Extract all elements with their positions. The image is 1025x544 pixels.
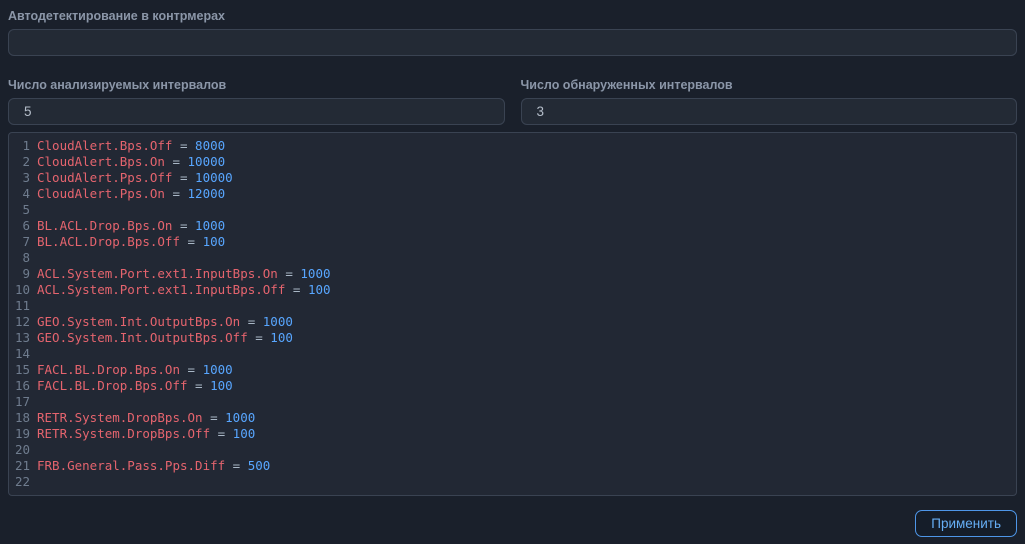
autodetect-label: Автодетектирование в контрмерах (8, 9, 1017, 23)
editor-line: 14 (9, 346, 1016, 362)
countermeasure-settings-panel: Автодетектирование в контрмерах Число ан… (0, 0, 1025, 544)
code-text: FACL.BL.Drop.Bps.On = 1000 (37, 362, 233, 378)
editor-line: 1CloudAlert.Bps.Off = 8000 (9, 138, 1016, 154)
line-number: 2 (9, 154, 37, 170)
line-number: 6 (9, 218, 37, 234)
detected-intervals-input[interactable] (521, 98, 1018, 125)
line-number: 21 (9, 458, 37, 474)
code-text: RETR.System.DropBps.Off = 100 (37, 426, 255, 442)
editor-line: 21FRB.General.Pass.Pps.Diff = 500 (9, 458, 1016, 474)
editor-line: 18RETR.System.DropBps.On = 1000 (9, 410, 1016, 426)
line-number: 14 (9, 346, 37, 362)
editor-line: 13GEO.System.Int.OutputBps.Off = 100 (9, 330, 1016, 346)
editor-line: 16FACL.BL.Drop.Bps.Off = 100 (9, 378, 1016, 394)
editor-line: 9ACL.System.Port.ext1.InputBps.On = 1000 (9, 266, 1016, 282)
line-number: 3 (9, 170, 37, 186)
line-number: 8 (9, 250, 37, 266)
code-text: FRB.General.Pass.Pps.Diff = 500 (37, 458, 270, 474)
line-number: 15 (9, 362, 37, 378)
editor-line: 8 (9, 250, 1016, 266)
line-number: 17 (9, 394, 37, 410)
editor-line: 19RETR.System.DropBps.Off = 100 (9, 426, 1016, 442)
code-text: CloudAlert.Bps.Off = 8000 (37, 138, 225, 154)
line-number: 18 (9, 410, 37, 426)
code-text: GEO.System.Int.OutputBps.On = 1000 (37, 314, 293, 330)
code-editor[interactable]: 1CloudAlert.Bps.Off = 80002CloudAlert.Bp… (8, 132, 1017, 496)
code-text: BL.ACL.Drop.Bps.Off = 100 (37, 234, 225, 250)
editor-line: 6BL.ACL.Drop.Bps.On = 1000 (9, 218, 1016, 234)
code-text: ACL.System.Port.ext1.InputBps.On = 1000 (37, 266, 331, 282)
code-text: CloudAlert.Pps.Off = 10000 (37, 170, 233, 186)
line-number: 16 (9, 378, 37, 394)
autodetect-input[interactable] (8, 29, 1017, 56)
code-text: GEO.System.Int.OutputBps.Off = 100 (37, 330, 293, 346)
line-number: 13 (9, 330, 37, 346)
editor-line: 2CloudAlert.Bps.On = 10000 (9, 154, 1016, 170)
line-number: 11 (9, 298, 37, 314)
analyzed-intervals-input[interactable] (8, 98, 505, 125)
code-text: FACL.BL.Drop.Bps.Off = 100 (37, 378, 233, 394)
editor-line: 4CloudAlert.Pps.On = 12000 (9, 186, 1016, 202)
code-text: BL.ACL.Drop.Bps.On = 1000 (37, 218, 225, 234)
line-number: 7 (9, 234, 37, 250)
line-number: 20 (9, 442, 37, 458)
editor-line: 7BL.ACL.Drop.Bps.Off = 100 (9, 234, 1016, 250)
editor-line: 3CloudAlert.Pps.Off = 10000 (9, 170, 1016, 186)
analyzed-intervals-field: Число анализируемых интервалов (8, 77, 505, 125)
detected-intervals-field: Число обнаруженных интервалов (521, 77, 1018, 125)
editor-line: 15FACL.BL.Drop.Bps.On = 1000 (9, 362, 1016, 378)
editor-line: 20 (9, 442, 1016, 458)
editor-line: 10ACL.System.Port.ext1.InputBps.Off = 10… (9, 282, 1016, 298)
analyzed-intervals-label: Число анализируемых интервалов (8, 78, 505, 92)
line-number: 5 (9, 202, 37, 218)
line-number: 1 (9, 138, 37, 154)
intervals-row: Число анализируемых интервалов Число обн… (8, 77, 1017, 125)
code-text: RETR.System.DropBps.On = 1000 (37, 410, 255, 426)
editor-line: 17 (9, 394, 1016, 410)
editor-line: 5 (9, 202, 1016, 218)
line-number: 22 (9, 474, 37, 490)
line-number: 19 (9, 426, 37, 442)
code-text: CloudAlert.Bps.On = 10000 (37, 154, 225, 170)
line-number: 12 (9, 314, 37, 330)
detected-intervals-label: Число обнаруженных интервалов (521, 78, 1018, 92)
editor-line: 22 (9, 474, 1016, 490)
autodetect-field: Автодетектирование в контрмерах (8, 9, 1017, 56)
editor-line: 11 (9, 298, 1016, 314)
code-text: CloudAlert.Pps.On = 12000 (37, 186, 225, 202)
line-number: 10 (9, 282, 37, 298)
footer: Применить (8, 510, 1017, 537)
editor-line: 12GEO.System.Int.OutputBps.On = 1000 (9, 314, 1016, 330)
code-text: ACL.System.Port.ext1.InputBps.Off = 100 (37, 282, 331, 298)
line-number: 9 (9, 266, 37, 282)
line-number: 4 (9, 186, 37, 202)
apply-button[interactable]: Применить (915, 510, 1017, 537)
